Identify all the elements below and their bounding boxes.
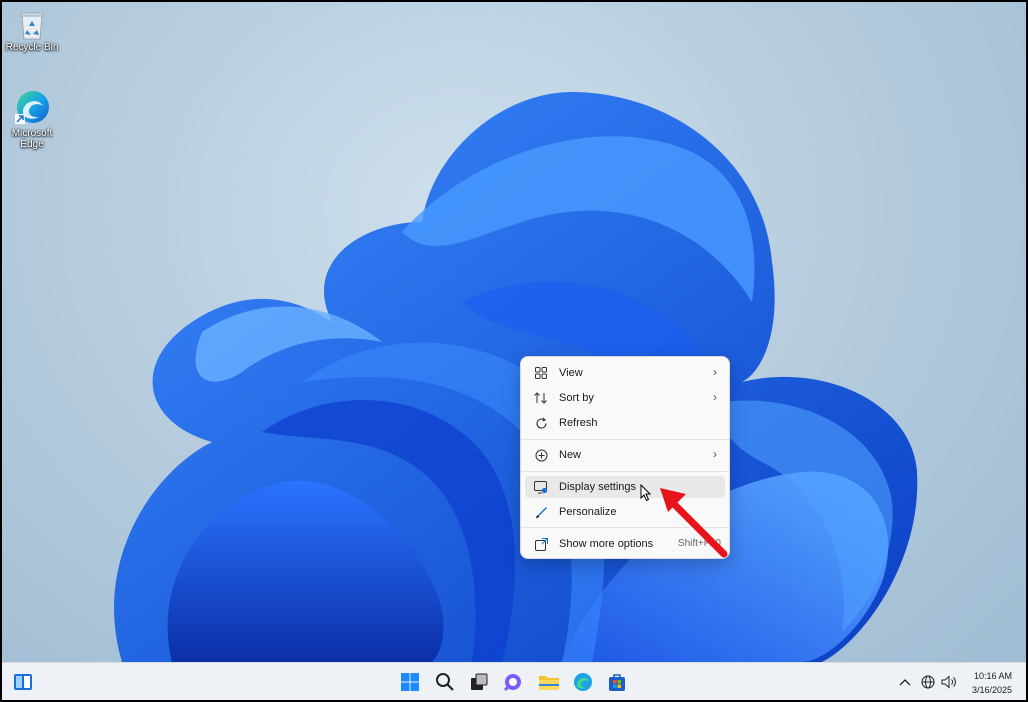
menu-item-sort-by[interactable]: Sort by › xyxy=(525,387,725,409)
menu-item-view[interactable]: View › xyxy=(525,362,725,384)
store-button[interactable] xyxy=(606,671,628,693)
grid-view-icon xyxy=(533,365,549,381)
desktop-screen: Recycle Bin Microsoft Edge View › Sort b… xyxy=(2,2,1026,700)
search-icon xyxy=(436,673,454,691)
chevron-right-icon: › xyxy=(713,365,717,379)
volume-icon xyxy=(941,675,956,689)
menu-label-personalize: Personalize xyxy=(559,506,617,518)
menu-label-refresh: Refresh xyxy=(559,417,598,429)
edge-taskbar-button[interactable] xyxy=(572,671,594,693)
menu-separator xyxy=(521,439,729,440)
start-icon xyxy=(401,673,419,691)
recycle-bin-label: Recycle Bin xyxy=(5,42,59,53)
chat-icon xyxy=(503,674,521,692)
brush-icon xyxy=(533,504,549,520)
mouse-cursor-icon xyxy=(640,484,652,502)
menu-label-sort-by: Sort by xyxy=(559,392,594,404)
refresh-icon xyxy=(533,415,549,431)
display-icon xyxy=(533,479,549,495)
chevron-right-icon: › xyxy=(713,390,717,404)
edge-icon xyxy=(574,673,592,691)
file-explorer-button[interactable] xyxy=(538,671,560,693)
menu-label-display-settings: Display settings xyxy=(559,481,637,493)
edge-desktop-icon[interactable]: Microsoft Edge xyxy=(2,88,62,150)
task-view-button[interactable] xyxy=(468,671,490,693)
start-button[interactable] xyxy=(399,671,421,693)
menu-label-new: New xyxy=(559,449,582,461)
menu-separator xyxy=(521,471,729,472)
menu-label-view: View xyxy=(559,367,583,379)
search-button[interactable] xyxy=(434,671,456,693)
chevron-right-icon: › xyxy=(713,447,717,461)
menu-item-refresh[interactable]: Refresh xyxy=(525,412,725,434)
chevron-up-icon xyxy=(899,679,911,686)
network-icon xyxy=(921,675,935,689)
widgets-icon xyxy=(14,674,32,690)
chat-button[interactable] xyxy=(502,671,524,693)
menu-label-show-more-options: Show more options xyxy=(559,538,654,550)
store-icon xyxy=(609,674,625,691)
menu-item-new[interactable]: New › xyxy=(525,444,725,466)
network-button[interactable] xyxy=(920,671,936,693)
show-hidden-icons-button[interactable] xyxy=(898,671,912,693)
edge-icon xyxy=(15,91,49,124)
clock-date[interactable]: 3/16/2025 xyxy=(972,685,1012,695)
clock-time[interactable]: 10:16 AM xyxy=(974,671,1012,681)
edge-label: Microsoft Edge xyxy=(11,128,53,150)
sort-icon xyxy=(533,390,549,406)
file-explorer-icon xyxy=(539,676,559,690)
plus-circle-icon xyxy=(533,447,549,463)
recycle-bin-desktop-icon[interactable]: Recycle Bin xyxy=(2,10,62,53)
widgets-button[interactable] xyxy=(12,671,34,693)
more-options-icon xyxy=(533,536,549,552)
annotation-arrow xyxy=(660,488,728,558)
recycle-bin-icon xyxy=(20,12,44,40)
wallpaper-bloom xyxy=(114,92,918,662)
volume-button[interactable] xyxy=(940,671,958,693)
task-view-icon xyxy=(471,673,488,690)
taskbar: 10:16 AM 3/16/2025 xyxy=(2,662,1026,700)
